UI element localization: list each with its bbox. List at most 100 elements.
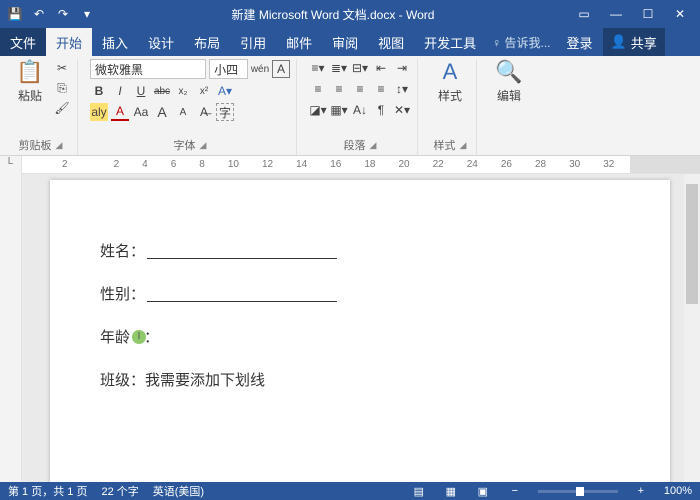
ruler-tick: 6 (171, 159, 177, 170)
tab-view[interactable]: 视图 (368, 28, 414, 56)
status-bar: 第 1 页，共 1 页 22 个字 英语(美国) ▤ ▦ ▣ − + 100% (0, 482, 700, 500)
underline-button[interactable]: U (132, 82, 150, 100)
zoom-slider-thumb[interactable] (576, 487, 584, 496)
share-button[interactable]: 👤共享 (603, 28, 665, 56)
zoom-in-icon[interactable]: + (632, 484, 650, 498)
ribbon: 📋 粘贴 ✂ ⎘ 🖌 剪贴板◢ 微软雅黑 小四 wén A B (0, 56, 700, 156)
tellme-search[interactable]: ♀ 告诉我... (486, 28, 556, 56)
phonetic-guide-icon[interactable]: wén (251, 60, 269, 78)
group-font: 微软雅黑 小四 wén A B I U abc x₂ x² A▾ aly A (84, 59, 297, 155)
cut-icon[interactable]: ✂ (53, 59, 71, 77)
text-effects-icon[interactable]: A▾ (216, 82, 234, 100)
horizontal-ruler[interactable]: 2 2 4 6 8 10 12 14 16 18 20 22 24 26 28 … (22, 156, 700, 174)
redo-icon[interactable]: ↷ (54, 5, 72, 23)
close-icon[interactable]: ✕ (666, 4, 694, 24)
ruler-tick: 4 (142, 159, 148, 170)
superscript-button[interactable]: x² (195, 82, 213, 100)
format-painter-icon[interactable]: 🖌 (53, 99, 71, 117)
shrink-font-button[interactable]: A (174, 103, 192, 121)
line-age: 年龄I： (100, 326, 620, 347)
change-case-button[interactable]: Aa (132, 103, 150, 121)
clipboard-launcher-icon[interactable]: ◢ (56, 140, 63, 151)
maximize-icon[interactable]: ☐ (634, 4, 662, 24)
multilevel-icon[interactable]: ⊟▾ (351, 59, 369, 77)
underline-field[interactable] (147, 243, 337, 259)
decrease-indent-icon[interactable]: ⇤ (372, 59, 390, 77)
edit-area[interactable]: 姓名： 性别： 年龄I： 班级：我需要添加下划线 (22, 174, 700, 482)
zoom-out-icon[interactable]: − (506, 484, 524, 498)
undo-icon[interactable]: ↶ (30, 5, 48, 23)
web-layout-icon[interactable]: ▣ (474, 484, 492, 498)
line-spacing-icon[interactable]: ↕▾ (393, 80, 411, 98)
login-button[interactable]: 登录 (557, 28, 603, 56)
paragraph-launcher-icon[interactable]: ◢ (370, 140, 377, 151)
tab-mailings[interactable]: 邮件 (276, 28, 322, 56)
font-size-select[interactable]: 小四 (209, 59, 248, 79)
group-paragraph: ≡▾ ≣▾ ⊟▾ ⇤ ⇥ ≡ ≡ ≡ ≡ ↕▾ ◪▾ ▦▾ A↓ ¶ (303, 59, 418, 155)
save-icon[interactable]: 💾 (6, 5, 24, 23)
share-label: 共享 (631, 33, 657, 52)
group-styles: A 样式 样式 ◢ (424, 59, 477, 155)
minimize-icon[interactable]: — (602, 4, 630, 24)
underline-field[interactable] (147, 286, 337, 302)
zoom-slider[interactable] (538, 490, 618, 493)
line-class: 班级：我需要添加下划线 (100, 369, 620, 390)
vertical-scrollbar[interactable] (684, 174, 700, 482)
word-count[interactable]: 22 个字 (101, 483, 138, 499)
vertical-ruler[interactable] (0, 174, 22, 482)
styles-label: 样式 (438, 87, 462, 104)
char-border-icon[interactable]: A (272, 60, 290, 78)
numbering-icon[interactable]: ≣▾ (330, 59, 348, 77)
borders-icon[interactable]: ▦▾ (330, 101, 348, 119)
page[interactable]: 姓名： 性别： 年龄I： 班级：我需要添加下划线 (50, 180, 670, 482)
font-name-select[interactable]: 微软雅黑 (90, 59, 206, 79)
styles-button[interactable]: A 样式 (430, 59, 470, 104)
scrollbar-thumb[interactable] (686, 184, 698, 304)
bold-button[interactable]: B (90, 82, 108, 100)
paste-button[interactable]: 📋 粘贴 (10, 59, 50, 104)
asian-layout-icon[interactable]: ✕▾ (393, 101, 411, 119)
tab-home[interactable]: 开始 (46, 28, 92, 56)
italic-button[interactable]: I (111, 82, 129, 100)
strikethrough-button[interactable]: abc (153, 82, 171, 100)
font-launcher-icon[interactable]: ◢ (200, 140, 207, 151)
grow-font-button[interactable]: A (153, 103, 171, 121)
show-marks-icon[interactable]: ¶ (372, 101, 390, 119)
language-status[interactable]: 英语(美国) (153, 483, 204, 499)
print-layout-icon[interactable]: ▦ (442, 484, 460, 498)
align-left-icon[interactable]: ≡ (309, 80, 327, 98)
read-mode-icon[interactable]: ▤ (410, 484, 428, 498)
sort-icon[interactable]: A↓ (351, 101, 369, 119)
page-count[interactable]: 第 1 页，共 1 页 (8, 483, 87, 499)
tab-review[interactable]: 审阅 (322, 28, 368, 56)
ruler-tick: 2 (62, 159, 68, 170)
copy-icon[interactable]: ⎘ (53, 79, 71, 97)
subscript-button[interactable]: x₂ (174, 82, 192, 100)
enclose-char-icon[interactable]: 字 (216, 103, 234, 121)
tab-references[interactable]: 引用 (230, 28, 276, 56)
tab-insert[interactable]: 插入 (92, 28, 138, 56)
align-right-icon[interactable]: ≡ (351, 80, 369, 98)
label-gender: 性别： (100, 283, 145, 304)
ruler-tick: 12 (262, 159, 273, 170)
tab-file[interactable]: 文件 (0, 28, 46, 56)
tab-design[interactable]: 设计 (138, 28, 184, 56)
qat-dropdown-icon[interactable]: ▾ (78, 5, 96, 23)
increase-indent-icon[interactable]: ⇥ (393, 59, 411, 77)
bullets-icon[interactable]: ≡▾ (309, 59, 327, 77)
justify-icon[interactable]: ≡ (372, 80, 390, 98)
ruler-tick: 8 (199, 159, 205, 170)
editing-button[interactable]: 🔍 编辑 (489, 59, 529, 104)
ruler-tick: 30 (569, 159, 580, 170)
styles-launcher-icon[interactable]: ◢ (460, 140, 467, 151)
zoom-level[interactable]: 100% (664, 485, 692, 497)
highlight-button[interactable]: aly (90, 103, 108, 121)
tab-developer[interactable]: 开发工具 (414, 28, 486, 56)
ribbon-options-icon[interactable]: ▭ (570, 4, 598, 24)
shading-icon[interactable]: ◪▾ (309, 101, 327, 119)
font-color-button[interactable]: A (111, 103, 129, 121)
align-center-icon[interactable]: ≡ (330, 80, 348, 98)
window-controls: ▭ — ☐ ✕ (570, 4, 694, 24)
tab-layout[interactable]: 布局 (184, 28, 230, 56)
clear-formatting-icon[interactable]: A̶ (195, 103, 213, 121)
